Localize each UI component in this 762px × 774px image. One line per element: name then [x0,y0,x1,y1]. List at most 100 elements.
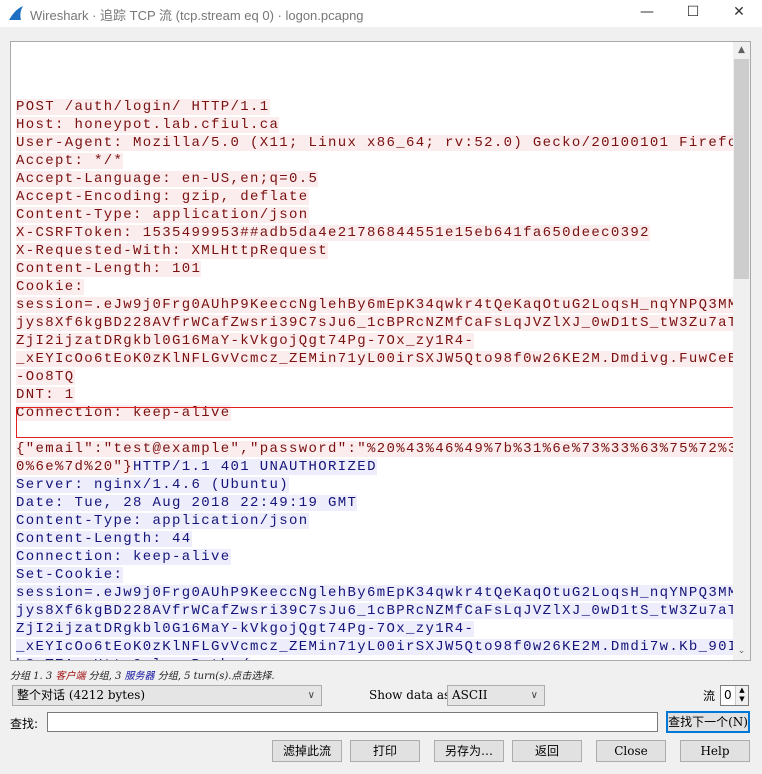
server-segment[interactable]: session=.eJw9j0Frg0AUhP9KeeccNglehBy6mEp… [16,585,750,601]
stream-number-spinbox[interactable]: 0 ▲ ▼ [720,685,749,706]
stream-label: 流 [703,689,716,703]
client-segment[interactable]: Accept-Encoding: gzip, deflate [16,189,309,205]
stream-line: Server: nginx/1.4.6 (Ubuntu) [16,476,734,494]
status-mid: 分组, 3 [85,671,125,682]
stream-line: Accept-Language: en-US,en;q=0.5 [16,170,734,188]
client-segment[interactable]: -Oo8TQ [16,369,75,385]
conversation-select[interactable]: 整个对话 (4212 bytes) ∨ [12,685,322,706]
stream-line: Content-Type: application/json [16,512,734,530]
stream-line: Content-Length: 101 [16,260,734,278]
server-segment[interactable]: h8wTZA; HttpOnly; Path=/ [16,657,251,660]
close-window-button[interactable]: ✕ [716,0,762,27]
stream-content-view[interactable]: POST /auth/login/ HTTP/1.1 Host: honeypot… [10,41,751,661]
save-as-button[interactable]: 另存为… [434,740,504,762]
client-segment[interactable]: jys8Xf6kgBD228AVfrWCafZwsri39C7sJu6_1cBP… [16,315,750,331]
conversation-select-value: 整个对话 (4212 bytes) [17,688,146,702]
window-title: Wireshark · 追踪 TCP 流 (tcp.stream eq 0) ·… [30,8,364,23]
server-segment[interactable]: Content-Length: 44 [16,531,192,547]
client-segment[interactable]: DNT: 1 [16,387,75,403]
find-label: 查找: [10,717,39,731]
stream-line: session=.eJw9j0Frg0AUhP9KeeccNglehBy6mEp… [16,296,750,314]
stream-line: jys8Xf6kgBD228AVfrWCafZwsri39C7sJu6_1cBP… [16,314,750,332]
stream-line: Content-Length: 44 [16,530,734,548]
client-segment[interactable]: Content-Length: 101 [16,261,202,277]
client-segment[interactable]: ZjI2ijzatDRgkbl0G16MaY-kVkgojQgt74Pg-7Ox… [16,333,475,349]
stream-line: Content-Type: application/json [16,206,734,224]
client-segment[interactable]: User-Agent: Mozilla/5.0 (X11; Linux x86_… [16,135,750,151]
client-segment[interactable]: Cookie: [16,279,85,295]
stream-line: Host: honeypot.lab.cfiul.ca [16,116,734,134]
client-segment[interactable]: Host: honeypot.lab.cfiul.ca [16,117,280,133]
filter-out-button[interactable]: 滤掉此流 [272,740,342,762]
scroll-down-icon[interactable]: ⌄ [733,643,750,660]
stream-line: -Oo8TQ [16,368,734,386]
server-segment[interactable]: HTTP/1.1 401 UNAUTHORIZED [133,459,377,475]
status-prefix: 分组 1. 3 [10,671,56,682]
find-next-button[interactable]: 查找下一个(N) [666,711,750,733]
show-data-select-value: ASCII [452,688,488,702]
client-segment[interactable]: session=.eJw9j0Frg0AUhP9KeeccNglehBy6mEp… [16,297,750,313]
stream-line: ZjI2ijzatDRgkbl0G16MaY-kVkgojQgt74Pg-7Ox… [16,620,734,638]
stream-line: jys8Xf6kgBD228AVfrWCafZwsri39C7sJu6_1cBP… [16,602,750,620]
stream-line: session=.eJw9j0Frg0AUhP9KeeccNglehBy6mEp… [16,584,750,602]
stream-line: _xEYIcOo6tEoK0zKlNFLGvVcmcz_ZEMin71yL00i… [16,350,750,368]
find-input[interactable] [47,712,658,732]
stream-line: DNT: 1 [16,386,734,404]
client-segment[interactable]: {"email":"test@example","password":"%20%… [16,441,750,457]
status-text: 分组 1. 3 客户端 分组, 3 服务器 分组, 5 turn(s).点击选择… [10,667,275,682]
minimize-button[interactable]: — [624,0,670,27]
stream-text[interactable]: POST /auth/login/ HTTP/1.1 Host: honeypot… [16,44,750,660]
status-suffix: 分组, 5 turn(s).点击选择. [154,671,275,682]
client-segment[interactable]: Accept: */* [16,153,124,169]
server-segment[interactable]: ZjI2ijzatDRgkbl0G16MaY-kVkgojQgt74Pg-7Ox… [16,621,475,637]
spin-arrows-icon[interactable]: ▲ ▼ [735,686,748,705]
client-segment[interactable]: 0%6e%7d%20"} [16,459,134,475]
client-segment[interactable]: X-CSRFToken: 1535499953##adb5da4e2178684… [16,225,650,241]
maximize-button[interactable]: ☐ [670,0,716,27]
status-server: 服务器 [124,671,155,682]
chevron-down-icon: ∨ [307,690,315,701]
stream-line: X-CSRFToken: 1535499953##adb5da4e2178684… [16,224,734,242]
client-segment[interactable]: _xEYIcOo6tEoK0zKlNFLGvVcmcz_ZEMin71yL00i… [16,351,750,367]
stream-line: _xEYIcOo6tEoK0zKlNFLGvVcmcz_ZEMin71yL00i… [16,638,750,656]
stream-line: {"email":"test@example","password":"%20%… [16,440,750,458]
server-segment[interactable]: _xEYIcOo6tEoK0zKlNFLGvVcmcz_ZEMin71yL00i… [16,639,750,655]
stream-line: User-Agent: Mozilla/5.0 (X11; Linux x86_… [16,134,750,152]
stream-line: ZjI2ijzatDRgkbl0G16MaY-kVkgojQgt74Pg-7Ox… [16,332,734,350]
server-segment[interactable]: Connection: keep-alive [16,549,231,565]
stream-line: POST /auth/login/ HTTP/1.1 [16,98,734,116]
print-button[interactable]: 打印 [350,740,420,762]
stream-line: Connection: keep-alive [16,548,734,566]
scrollbar-thumb[interactable] [734,59,749,279]
title-bar: Wireshark · 追踪 TCP 流 (tcp.stream eq 0) ·… [0,0,762,27]
scroll-up-icon[interactable]: ▲ [733,42,750,59]
show-data-select[interactable]: ASCII ∨ [447,685,545,706]
server-segment[interactable]: Date: Tue, 28 Aug 2018 22:49:19 GMT [16,495,358,511]
help-button[interactable]: Help [680,740,750,762]
status-client: 客户端 [55,671,86,682]
client-segment[interactable]: Accept-Language: en-US,en;q=0.5 [16,171,319,187]
server-segment[interactable]: Set-Cookie: [16,567,124,583]
stream-line: Date: Tue, 28 Aug 2018 22:49:19 GMT [16,494,734,512]
back-button[interactable]: 返回 [512,740,582,762]
server-segment[interactable]: jys8Xf6kgBD228AVfrWCafZwsri39C7sJu6_1cBP… [16,603,750,619]
stream-line: 0%6e%7d%20"}HTTP/1.1 401 UNAUTHORIZED [16,458,734,476]
highlight-box [16,407,738,438]
client-segment[interactable]: X-Requested-With: XMLHttpRequest [16,243,329,259]
stream-line: Accept-Encoding: gzip, deflate [16,188,734,206]
server-segment[interactable]: Content-Type: application/json [16,513,309,529]
client-segment[interactable]: POST /auth/login/ HTTP/1.1 [16,99,270,115]
server-segment[interactable]: Server: nginx/1.4.6 (Ubuntu) [16,477,290,493]
stream-number-value: 0 [724,688,732,702]
client-segment[interactable]: Content-Type: application/json [16,207,309,223]
chevron-down-icon: ∨ [530,690,538,701]
stream-line: h8wTZA; HttpOnly; Path=/ [16,656,734,660]
stream-line: Cookie: [16,278,734,296]
stream-line: X-Requested-With: XMLHttpRequest [16,242,734,260]
wireshark-logo-icon [9,6,23,20]
stream-line: Set-Cookie: [16,566,734,584]
stream-line: Accept: */* [16,152,734,170]
vertical-scrollbar[interactable]: ▲ ⌄ [733,42,750,660]
show-data-label: Show data as [369,688,451,702]
close-button[interactable]: Close [596,740,666,762]
